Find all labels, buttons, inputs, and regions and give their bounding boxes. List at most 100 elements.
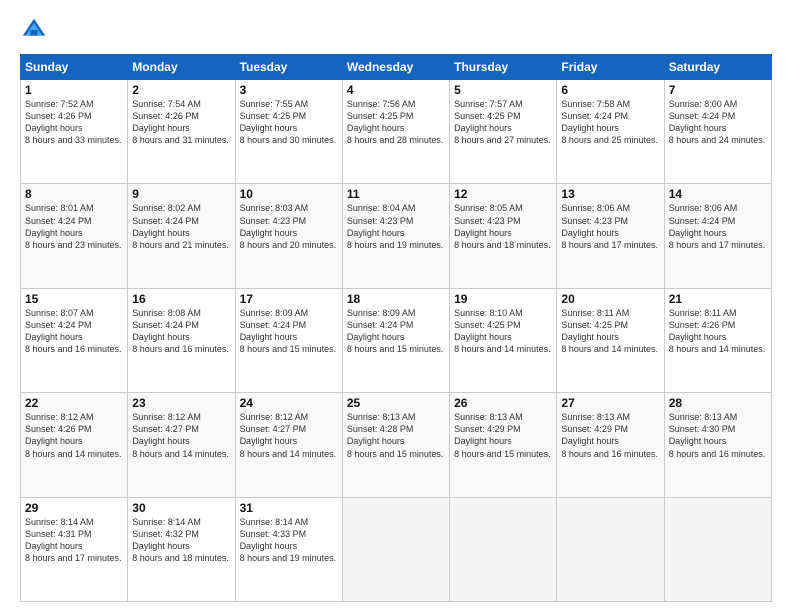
day-info: Sunrise: 8:03 AMSunset: 4:23 PMDaylight …: [240, 202, 338, 251]
logo-icon: [20, 16, 48, 44]
weekday-header-wednesday: Wednesday: [342, 55, 449, 80]
day-info: Sunrise: 8:14 AMSunset: 4:31 PMDaylight …: [25, 516, 123, 565]
day-info: Sunrise: 8:13 AMSunset: 4:28 PMDaylight …: [347, 411, 445, 460]
calendar-cell: 28Sunrise: 8:13 AMSunset: 4:30 PMDayligh…: [664, 393, 771, 497]
calendar-cell: 5Sunrise: 7:57 AMSunset: 4:25 PMDaylight…: [450, 80, 557, 184]
day-info: Sunrise: 7:52 AMSunset: 4:26 PMDaylight …: [25, 98, 123, 147]
calendar-cell: 25Sunrise: 8:13 AMSunset: 4:28 PMDayligh…: [342, 393, 449, 497]
day-number: 10: [240, 187, 338, 201]
day-number: 24: [240, 396, 338, 410]
day-info: Sunrise: 7:58 AMSunset: 4:24 PMDaylight …: [561, 98, 659, 147]
day-info: Sunrise: 8:09 AMSunset: 4:24 PMDaylight …: [240, 307, 338, 356]
header: [20, 16, 772, 44]
day-number: 2: [132, 83, 230, 97]
day-number: 30: [132, 501, 230, 515]
week-row-5: 29Sunrise: 8:14 AMSunset: 4:31 PMDayligh…: [21, 497, 772, 601]
day-info: Sunrise: 8:13 AMSunset: 4:29 PMDaylight …: [454, 411, 552, 460]
calendar-cell: 22Sunrise: 8:12 AMSunset: 4:26 PMDayligh…: [21, 393, 128, 497]
day-number: 13: [561, 187, 659, 201]
day-info: Sunrise: 8:11 AMSunset: 4:25 PMDaylight …: [561, 307, 659, 356]
day-number: 5: [454, 83, 552, 97]
calendar-cell: 6Sunrise: 7:58 AMSunset: 4:24 PMDaylight…: [557, 80, 664, 184]
weekday-header-row: SundayMondayTuesdayWednesdayThursdayFrid…: [21, 55, 772, 80]
week-row-1: 1Sunrise: 7:52 AMSunset: 4:26 PMDaylight…: [21, 80, 772, 184]
calendar-cell: 23Sunrise: 8:12 AMSunset: 4:27 PMDayligh…: [128, 393, 235, 497]
calendar-cell: [450, 497, 557, 601]
calendar-cell: 9Sunrise: 8:02 AMSunset: 4:24 PMDaylight…: [128, 184, 235, 288]
day-info: Sunrise: 8:06 AMSunset: 4:23 PMDaylight …: [561, 202, 659, 251]
calendar-cell: 29Sunrise: 8:14 AMSunset: 4:31 PMDayligh…: [21, 497, 128, 601]
calendar-cell: 27Sunrise: 8:13 AMSunset: 4:29 PMDayligh…: [557, 393, 664, 497]
calendar-cell: 10Sunrise: 8:03 AMSunset: 4:23 PMDayligh…: [235, 184, 342, 288]
day-info: Sunrise: 8:05 AMSunset: 4:23 PMDaylight …: [454, 202, 552, 251]
week-row-2: 8Sunrise: 8:01 AMSunset: 4:24 PMDaylight…: [21, 184, 772, 288]
logo: [20, 16, 52, 44]
weekday-header-sunday: Sunday: [21, 55, 128, 80]
calendar-cell: 11Sunrise: 8:04 AMSunset: 4:23 PMDayligh…: [342, 184, 449, 288]
weekday-header-thursday: Thursday: [450, 55, 557, 80]
day-info: Sunrise: 8:08 AMSunset: 4:24 PMDaylight …: [132, 307, 230, 356]
day-info: Sunrise: 8:10 AMSunset: 4:25 PMDaylight …: [454, 307, 552, 356]
day-number: 11: [347, 187, 445, 201]
day-number: 6: [561, 83, 659, 97]
calendar-cell: 3Sunrise: 7:55 AMSunset: 4:25 PMDaylight…: [235, 80, 342, 184]
day-info: Sunrise: 7:56 AMSunset: 4:25 PMDaylight …: [347, 98, 445, 147]
calendar-cell: 1Sunrise: 7:52 AMSunset: 4:26 PMDaylight…: [21, 80, 128, 184]
weekday-header-saturday: Saturday: [664, 55, 771, 80]
calendar-cell: 14Sunrise: 8:06 AMSunset: 4:24 PMDayligh…: [664, 184, 771, 288]
calendar-cell: [342, 497, 449, 601]
day-number: 23: [132, 396, 230, 410]
day-info: Sunrise: 8:04 AMSunset: 4:23 PMDaylight …: [347, 202, 445, 251]
day-info: Sunrise: 8:02 AMSunset: 4:24 PMDaylight …: [132, 202, 230, 251]
day-number: 19: [454, 292, 552, 306]
weekday-header-monday: Monday: [128, 55, 235, 80]
calendar-cell: 19Sunrise: 8:10 AMSunset: 4:25 PMDayligh…: [450, 288, 557, 392]
day-number: 25: [347, 396, 445, 410]
day-number: 18: [347, 292, 445, 306]
day-info: Sunrise: 7:54 AMSunset: 4:26 PMDaylight …: [132, 98, 230, 147]
day-info: Sunrise: 7:57 AMSunset: 4:25 PMDaylight …: [454, 98, 552, 147]
calendar-cell: 7Sunrise: 8:00 AMSunset: 4:24 PMDaylight…: [664, 80, 771, 184]
calendar-cell: 4Sunrise: 7:56 AMSunset: 4:25 PMDaylight…: [342, 80, 449, 184]
day-number: 28: [669, 396, 767, 410]
day-number: 1: [25, 83, 123, 97]
day-number: 12: [454, 187, 552, 201]
calendar-cell: 15Sunrise: 8:07 AMSunset: 4:24 PMDayligh…: [21, 288, 128, 392]
calendar-cell: 30Sunrise: 8:14 AMSunset: 4:32 PMDayligh…: [128, 497, 235, 601]
day-number: 3: [240, 83, 338, 97]
day-info: Sunrise: 8:12 AMSunset: 4:27 PMDaylight …: [240, 411, 338, 460]
day-info: Sunrise: 7:55 AMSunset: 4:25 PMDaylight …: [240, 98, 338, 147]
calendar-cell: 26Sunrise: 8:13 AMSunset: 4:29 PMDayligh…: [450, 393, 557, 497]
day-number: 14: [669, 187, 767, 201]
calendar-cell: [664, 497, 771, 601]
calendar-cell: 8Sunrise: 8:01 AMSunset: 4:24 PMDaylight…: [21, 184, 128, 288]
weekday-header-friday: Friday: [557, 55, 664, 80]
calendar: SundayMondayTuesdayWednesdayThursdayFrid…: [20, 54, 772, 602]
day-info: Sunrise: 8:11 AMSunset: 4:26 PMDaylight …: [669, 307, 767, 356]
day-number: 15: [25, 292, 123, 306]
calendar-cell: 13Sunrise: 8:06 AMSunset: 4:23 PMDayligh…: [557, 184, 664, 288]
day-info: Sunrise: 8:13 AMSunset: 4:29 PMDaylight …: [561, 411, 659, 460]
calendar-cell: 12Sunrise: 8:05 AMSunset: 4:23 PMDayligh…: [450, 184, 557, 288]
day-info: Sunrise: 8:00 AMSunset: 4:24 PMDaylight …: [669, 98, 767, 147]
day-number: 31: [240, 501, 338, 515]
day-info: Sunrise: 8:01 AMSunset: 4:24 PMDaylight …: [25, 202, 123, 251]
day-number: 22: [25, 396, 123, 410]
day-number: 7: [669, 83, 767, 97]
calendar-cell: 16Sunrise: 8:08 AMSunset: 4:24 PMDayligh…: [128, 288, 235, 392]
day-info: Sunrise: 8:12 AMSunset: 4:26 PMDaylight …: [25, 411, 123, 460]
calendar-cell: 2Sunrise: 7:54 AMSunset: 4:26 PMDaylight…: [128, 80, 235, 184]
day-number: 21: [669, 292, 767, 306]
weekday-header-tuesday: Tuesday: [235, 55, 342, 80]
day-number: 20: [561, 292, 659, 306]
calendar-cell: 31Sunrise: 8:14 AMSunset: 4:33 PMDayligh…: [235, 497, 342, 601]
day-number: 17: [240, 292, 338, 306]
day-number: 8: [25, 187, 123, 201]
day-info: Sunrise: 8:07 AMSunset: 4:24 PMDaylight …: [25, 307, 123, 356]
calendar-cell: [557, 497, 664, 601]
week-row-4: 22Sunrise: 8:12 AMSunset: 4:26 PMDayligh…: [21, 393, 772, 497]
page: SundayMondayTuesdayWednesdayThursdayFrid…: [0, 0, 792, 612]
day-number: 29: [25, 501, 123, 515]
day-number: 4: [347, 83, 445, 97]
day-info: Sunrise: 8:13 AMSunset: 4:30 PMDaylight …: [669, 411, 767, 460]
